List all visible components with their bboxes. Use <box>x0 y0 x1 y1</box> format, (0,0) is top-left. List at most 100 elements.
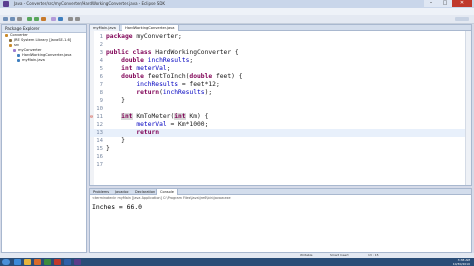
menu-bar: File Edit Source Refactor Navigate Searc… <box>0 8 474 24</box>
media-icon[interactable] <box>34 259 41 265</box>
tree-item[interactable]: myMain.java <box>2 58 86 63</box>
code-text: inchResults = feet*12; <box>136 81 220 88</box>
tree-node-icon <box>5 33 8 37</box>
editor-tab-bar: myMain.java HardWorkingConverter.java <box>89 24 472 31</box>
line-number: 4 <box>99 58 103 64</box>
excel-icon[interactable] <box>44 259 51 265</box>
powerpoint-icon[interactable] <box>54 259 61 265</box>
line-number: 12 <box>96 122 103 128</box>
ie-icon[interactable] <box>14 259 21 265</box>
code-text: } <box>106 137 125 144</box>
code-line[interactable]: 15} <box>90 145 471 153</box>
code-line[interactable]: 7 inchResults = feet*12; <box>90 81 471 89</box>
line-number: 10 <box>96 106 103 112</box>
line-number: 5 <box>99 66 103 72</box>
tree-item-label: Converter <box>10 33 28 37</box>
debug-icon[interactable] <box>27 17 32 21</box>
line-number: 9 <box>99 98 103 104</box>
search-icon[interactable] <box>75 17 80 21</box>
code-text: return <box>136 129 160 136</box>
code-line[interactable]: 10 <box>90 105 471 113</box>
external-tools-icon[interactable] <box>41 17 46 21</box>
word-icon[interactable] <box>64 259 71 265</box>
line-number: 13 <box>96 130 103 136</box>
line-number: 2 <box>99 42 103 48</box>
code-line[interactable]: 6 double feetToInch(double feet) { <box>90 73 471 81</box>
title-bar: Java - Converter/src/myConverter/HardWor… <box>0 0 474 8</box>
code-line[interactable]: 8 return(inchResults); <box>90 89 471 97</box>
code-line[interactable]: ⊖ 11 int KmToMeter(int Km) { <box>90 113 471 121</box>
code-line[interactable]: 16 <box>90 153 471 161</box>
package-explorer-tab[interactable]: Package Explorer <box>2 25 86 33</box>
code-line[interactable]: 4 double inchResults; <box>90 57 471 65</box>
code-line[interactable]: 1 package myConverter; <box>90 33 471 41</box>
console-panel[interactable]: <terminated> myMain [Java Application] C… <box>89 195 472 253</box>
open-type-icon[interactable] <box>68 17 73 21</box>
tree-item-label: src <box>14 43 20 47</box>
code-line[interactable]: 17 <box>90 161 471 169</box>
bottom-tab-bar: Problems Javadoc Declaration Console <box>89 188 472 195</box>
java-perspective-icon[interactable] <box>455 17 469 21</box>
tree-node-icon <box>13 48 16 52</box>
eclipse-task-icon[interactable] <box>74 259 81 265</box>
tree-node-icon <box>9 38 12 42</box>
package-explorer: Package Explorer Converter JRE System Lib… <box>1 24 87 253</box>
close-button[interactable]: ✕ <box>452 0 472 7</box>
tree-node-icon <box>17 53 20 57</box>
line-number: 17 <box>96 162 103 168</box>
code-text: } <box>106 145 110 152</box>
tree-node-icon <box>17 58 20 62</box>
console-info: <terminated> myMain [Java Application] C… <box>92 196 231 200</box>
maximize-button[interactable]: □ <box>438 0 452 7</box>
line-number: 11 <box>96 114 103 120</box>
line-number: 7 <box>99 82 103 88</box>
taskbar: 3:38 AM 10/30/2010 <box>0 258 474 266</box>
line-number: 1 <box>99 34 103 40</box>
run-icon[interactable] <box>34 17 39 21</box>
code-text: return(inchResults); <box>136 89 213 96</box>
tree-item-label: JRE System Library [JavaSE-1.6] <box>14 38 72 42</box>
tree-item-label: myMain.java <box>22 58 45 62</box>
line-number: 16 <box>96 154 103 160</box>
print-icon[interactable] <box>17 17 22 21</box>
minimize-button[interactable]: – <box>424 0 438 7</box>
line-number: 8 <box>99 90 103 96</box>
line-number: 15 <box>96 146 103 152</box>
package-tree: Converter JRE System Library [JavaSE-1.6]… <box>2 33 86 63</box>
code-line[interactable]: 9 } <box>90 97 471 105</box>
code-line[interactable]: 5 int meterVal; <box>90 65 471 73</box>
code-text: meterVal = Km*1000; <box>136 121 209 128</box>
code-line[interactable]: 13 return <box>90 129 471 137</box>
new-class-icon[interactable] <box>58 17 63 21</box>
line-number: 6 <box>99 74 103 80</box>
code-text: int meterVal; <box>121 65 171 72</box>
window-title: Java - Converter/src/myConverter/HardWor… <box>14 1 166 6</box>
line-number: 14 <box>96 138 103 144</box>
tree-node-icon <box>9 43 12 47</box>
clock[interactable]: 3:38 AM 10/30/2010 <box>453 258 470 266</box>
eclipse-icon <box>3 1 9 7</box>
code-text: } <box>106 97 125 104</box>
toolbar <box>0 15 474 24</box>
code-editor[interactable]: 1 package myConverter; 2 3 public class Hard… <box>89 31 472 186</box>
code-text: double inchResults; <box>121 57 194 64</box>
code-line[interactable]: 3 public class HardWorkingConverter { <box>90 49 471 57</box>
code-text: double feetToInch(double feet) { <box>121 73 243 80</box>
code-line[interactable]: 2 <box>90 41 471 49</box>
clock-date: 10/30/2010 <box>452 262 470 266</box>
tree-item-label: myConverter <box>18 48 42 52</box>
new-package-icon[interactable] <box>51 17 56 21</box>
code-line[interactable]: 12 meterVal = Km*1000; <box>90 121 471 129</box>
code-text: int KmToMeter(int Km) { <box>121 113 209 120</box>
save-icon[interactable] <box>10 17 15 21</box>
line-number: 3 <box>99 50 103 56</box>
code-text: package myConverter; <box>106 33 182 40</box>
folder-icon[interactable] <box>24 259 31 265</box>
code-line[interactable]: 14 } <box>90 137 471 145</box>
new-icon[interactable] <box>3 17 8 21</box>
tree-item-label: HardWorkingConverter.java <box>22 53 72 57</box>
start-icon[interactable] <box>2 259 10 265</box>
code-text: public class HardWorkingConverter { <box>106 49 239 56</box>
editor-scrollbar[interactable] <box>465 31 471 185</box>
console-output: Inches = 66.0 <box>92 203 143 211</box>
